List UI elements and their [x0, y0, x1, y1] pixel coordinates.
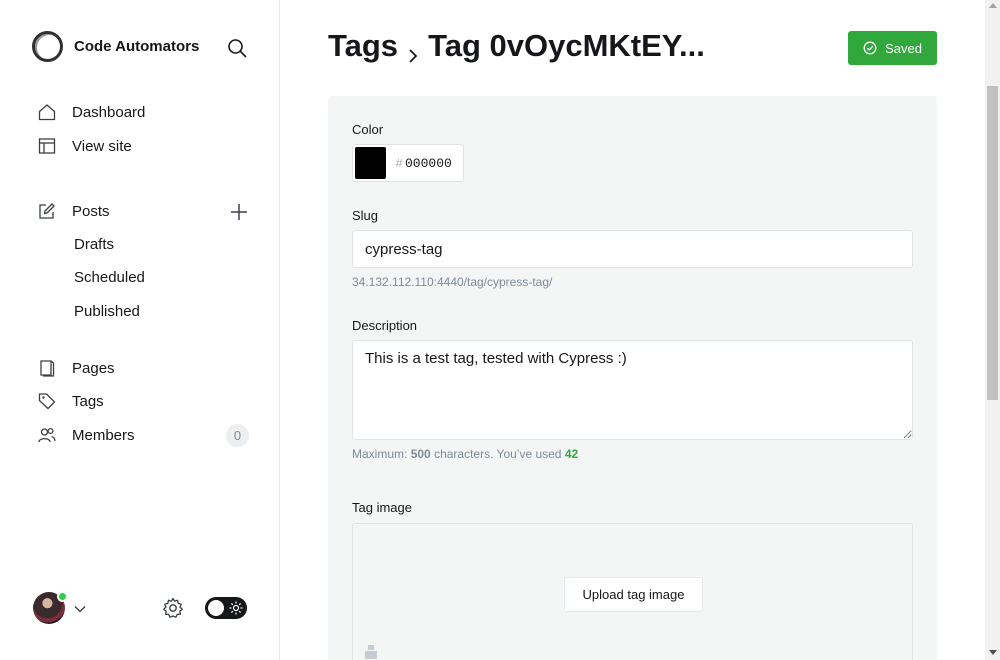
site-logo-icon — [32, 31, 63, 62]
layout-icon — [38, 137, 56, 155]
sidebar-item-label: Pages — [72, 359, 115, 377]
sidebar-subitem-drafts[interactable]: Drafts — [74, 236, 114, 253]
sidebar-item-tags[interactable]: Tags — [38, 392, 104, 410]
counter-used: 42 — [564, 447, 579, 461]
brand[interactable]: Code Automators — [32, 31, 199, 62]
sidebar-item-label: Dashboard — [72, 103, 146, 121]
hash-prefix: # — [395, 155, 403, 171]
sidebar-subitem-published[interactable]: Published — [74, 303, 140, 320]
counter-middle: characters. You’ve used — [434, 447, 562, 461]
sidebar-item-label: Posts — [72, 202, 110, 220]
toggle-knob — [208, 600, 224, 616]
scrollbar-thumb[interactable] — [987, 86, 998, 400]
sidebar: Code Automators Dashboard View site Post… — [0, 0, 280, 660]
description-textarea[interactable]: This is a test tag, tested with Cypress … — [352, 340, 913, 440]
sidebar-item-label: View site — [72, 137, 132, 155]
color-label: Color — [352, 122, 384, 137]
color-swatch[interactable] — [355, 147, 387, 179]
gear-icon[interactable] — [162, 597, 184, 619]
online-status-dot — [57, 591, 68, 602]
sidebar-item-pages[interactable]: Pages — [38, 359, 115, 377]
members-icon — [38, 426, 56, 444]
tag-settings-panel: Color # Slug 34.132.112.110:4440/tag/cyp… — [328, 96, 937, 660]
page-title: Tag 0vOycMKtEY... — [428, 28, 705, 63]
sidebar-item-view-site[interactable]: View site — [38, 137, 132, 155]
sidebar-subitem-scheduled[interactable]: Scheduled — [74, 269, 145, 286]
slug-url-hint: 34.132.112.110:4440/tag/cypress-tag/ — [352, 275, 553, 289]
tag-icon — [38, 392, 56, 410]
upload-tag-image-button[interactable]: Upload tag image — [564, 577, 703, 612]
chevron-down-icon[interactable] — [74, 602, 86, 614]
scroll-up-arrow-icon[interactable] — [989, 3, 997, 8]
sidebar-item-members[interactable]: Members — [38, 426, 135, 444]
color-field: # — [352, 144, 464, 182]
color-hex-input[interactable] — [405, 155, 463, 171]
edit-icon — [38, 202, 56, 220]
counter-max: 500 — [410, 447, 431, 461]
site-name: Code Automators — [74, 38, 200, 55]
saved-label: Saved — [885, 40, 922, 56]
vertical-scrollbar[interactable] — [985, 0, 1000, 660]
saved-button[interactable]: Saved — [848, 31, 937, 65]
sidebar-item-label: Tags — [72, 392, 104, 410]
page-icon — [38, 359, 56, 377]
counter-prefix: Maximum: — [352, 447, 408, 461]
description-label: Description — [352, 318, 418, 333]
scroll-down-arrow-icon[interactable] — [989, 650, 997, 655]
tag-image-dropzone[interactable]: Upload tag image — [352, 523, 913, 660]
add-post-button[interactable] — [229, 202, 249, 222]
sidebar-item-dashboard[interactable]: Dashboard — [38, 103, 145, 121]
description-counter: Maximum: 500 characters. You’ve used 42 — [352, 447, 578, 461]
sidebar-item-label: Members — [72, 426, 135, 444]
user-menu[interactable] — [33, 591, 68, 624]
sun-icon — [229, 601, 243, 615]
app-window: Code Automators Dashboard View site Post… — [0, 0, 1000, 660]
plus-icon — [231, 204, 247, 220]
slug-input[interactable] — [352, 230, 913, 268]
theme-toggle[interactable] — [205, 597, 247, 619]
slug-label: Slug — [352, 208, 379, 223]
search-icon[interactable] — [227, 38, 247, 58]
members-count-badge: 0 — [226, 424, 249, 447]
check-circle-icon — [863, 41, 877, 55]
chevron-right-icon — [406, 37, 420, 63]
breadcrumb: Tags Tag 0vOycMKtEY... — [328, 28, 705, 64]
main-content: Tags Tag 0vOycMKtEY... Saved Color # Slu… — [280, 0, 985, 660]
breadcrumb-tags-link[interactable]: Tags — [328, 28, 398, 64]
sidebar-item-posts[interactable]: Posts — [38, 202, 110, 220]
home-icon — [38, 103, 56, 121]
image-placeholder-icon — [364, 644, 378, 660]
tag-image-label: Tag image — [352, 500, 412, 515]
